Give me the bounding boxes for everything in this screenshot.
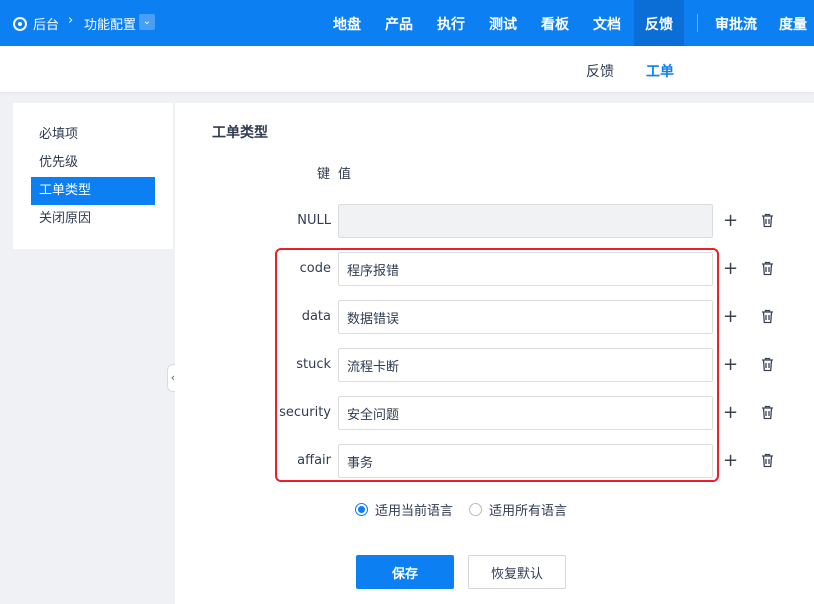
nav-divider	[697, 14, 698, 32]
sidebar-item-required[interactable]: 必填项	[31, 121, 155, 149]
plus-icon[interactable]: +	[723, 448, 738, 474]
sidebar-item-ticket-type[interactable]: 工单类型	[31, 177, 155, 205]
nav-item-execution[interactable]: 执行	[437, 14, 465, 34]
key-column-header: 键	[317, 167, 331, 182]
top-navbar: 后台 › 功能配置 ⌄ 地盘 产品 执行 测试 看板 文档 反馈 审批流 度量	[0, 0, 814, 46]
row-key: stuck	[296, 357, 331, 372]
trash-icon[interactable]	[761, 405, 774, 420]
row-key: code	[299, 261, 331, 276]
list-item: security +	[175, 396, 814, 430]
value-input[interactable]	[338, 396, 713, 430]
sub-navbar: 反馈 工单	[0, 46, 814, 92]
trash-icon[interactable]	[761, 309, 774, 324]
list-item: stuck +	[175, 348, 814, 382]
nav-item-test[interactable]: 测试	[489, 14, 517, 34]
nav-item-feedback[interactable]: 反馈	[645, 14, 673, 34]
sidebar-item-close-reason[interactable]: 关闭原因	[31, 205, 155, 233]
plus-icon[interactable]: +	[723, 208, 738, 234]
subnav-item-ticket[interactable]: 工单	[646, 61, 674, 81]
radio-label-all-languages: 适用所有语言	[489, 504, 568, 519]
row-key: security	[279, 405, 331, 420]
nav-item-approval[interactable]: 审批流	[715, 14, 757, 34]
nav-item-metrics[interactable]: 度量	[779, 14, 807, 34]
plus-icon[interactable]: +	[723, 256, 738, 282]
radio-current-language[interactable]	[355, 503, 368, 516]
plus-icon[interactable]: +	[723, 400, 738, 426]
nav-item-kanban[interactable]: 看板	[541, 14, 569, 34]
subnav-item-feedback[interactable]: 反馈	[586, 61, 614, 81]
value-input[interactable]	[338, 300, 713, 334]
value-input[interactable]	[338, 252, 713, 286]
plus-icon[interactable]: +	[723, 352, 738, 378]
settings-sidebar: 必填项 优先级 工单类型 关闭原因	[13, 103, 173, 249]
breadcrumb-current[interactable]: 功能配置	[84, 14, 136, 33]
row-key: NULL	[297, 213, 331, 228]
gear-icon	[13, 16, 27, 31]
row-key: affair	[297, 453, 331, 468]
main-panel: 工单类型 键 值 NULL + code + data + stuck + se…	[175, 103, 814, 604]
plus-icon[interactable]: +	[723, 304, 738, 330]
language-scope-radio-group: 适用当前语言 适用所有语言	[355, 500, 567, 519]
nav-item-docs[interactable]: 文档	[593, 14, 621, 34]
list-item: code +	[175, 252, 814, 286]
chevron-down-icon[interactable]: ⌄	[139, 14, 155, 30]
value-input[interactable]	[338, 204, 713, 238]
list-item: NULL +	[175, 204, 814, 238]
value-column-header: 值	[338, 167, 352, 182]
value-input[interactable]	[338, 444, 713, 478]
nav-item-product[interactable]: 产品	[385, 14, 413, 34]
radio-all-languages[interactable]	[469, 503, 483, 516]
save-button[interactable]: 保存	[356, 555, 454, 589]
row-key: data	[301, 309, 331, 324]
nav-item-dashboard[interactable]: 地盘	[333, 14, 361, 34]
chevron-right-icon: ›	[68, 13, 74, 28]
page-title: 工单类型	[212, 125, 268, 141]
trash-icon[interactable]	[761, 453, 774, 468]
value-input[interactable]	[338, 348, 713, 382]
trash-icon[interactable]	[761, 261, 774, 276]
sidebar-item-priority[interactable]: 优先级	[31, 149, 155, 177]
trash-icon[interactable]	[761, 213, 774, 228]
list-item: affair +	[175, 444, 814, 478]
radio-label-current-language: 适用当前语言	[375, 504, 454, 519]
home-label: 后台	[33, 18, 60, 33]
admin-home-link[interactable]: 后台	[13, 14, 59, 33]
restore-default-button[interactable]: 恢复默认	[468, 555, 566, 589]
trash-icon[interactable]	[761, 357, 774, 372]
list-item: data +	[175, 300, 814, 334]
